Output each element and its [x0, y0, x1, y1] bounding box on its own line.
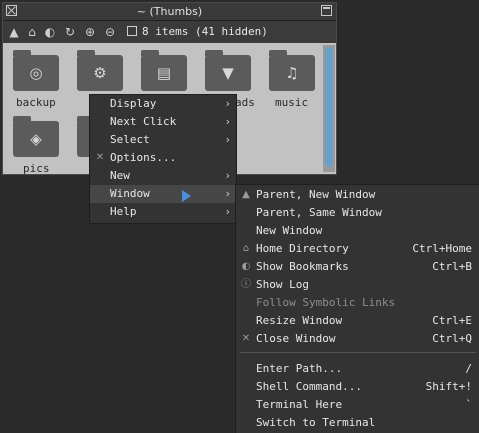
zoom-out-icon[interactable]: ⊖ [103, 25, 117, 39]
chevron-right-icon: › [225, 97, 230, 110]
folder-icon[interactable]: ▤ [141, 50, 187, 91]
scrollbar[interactable] [323, 45, 335, 172]
folder-icon-pics[interactable]: ◈ [13, 116, 59, 157]
menu-item-new-window[interactable]: New Window [236, 222, 479, 240]
refresh-icon[interactable]: ↻ [63, 25, 77, 39]
menu-item-shell-command[interactable]: Shell Command... Shift+! [236, 378, 479, 396]
record-icon: ◎ [29, 64, 43, 82]
menu-item-next-click[interactable]: Next Click › [90, 113, 236, 131]
menu-item-options[interactable]: ✕ Options... [90, 149, 236, 167]
chevron-right-icon: › [225, 187, 230, 200]
scrollbar-thumb[interactable] [325, 47, 333, 167]
home-icon: ⌂ [242, 243, 250, 254]
folder-icon-music[interactable]: ♫ [269, 50, 315, 91]
download-icon: ▼ [222, 64, 234, 82]
menu-item-new[interactable]: New › [90, 167, 236, 185]
menu-item-follow-symbolic-links: Follow Symbolic Links [256, 296, 396, 309]
menu-item-parent-new-window[interactable]: ▲ Parent, New Window [236, 186, 479, 204]
folder-label[interactable]: pics [23, 162, 50, 175]
menu-item-show-bookmarks[interactable]: ◐ Show Bookmarks Ctrl+B [236, 258, 479, 276]
folder-icon[interactable]: ▼ [205, 50, 251, 91]
menu-item-help[interactable]: Help › [90, 203, 236, 221]
menu-item-window[interactable]: Window › [90, 185, 236, 203]
zoom-in-icon[interactable]: ⊕ [83, 25, 97, 39]
bookmarks-icon: ◐ [241, 261, 251, 272]
window-title: ~ (Thumbs) [136, 5, 203, 18]
show-hidden-checkbox[interactable] [127, 26, 137, 36]
folder-label[interactable]: music [275, 96, 308, 109]
menu-item-terminal-here[interactable]: Terminal Here ` [236, 396, 479, 414]
menu-item-close-window[interactable]: ✕ Close Window Ctrl+Q [236, 330, 479, 348]
menu-item-parent-same-window[interactable]: Parent, Same Window [236, 204, 479, 222]
menu-item-enter-path[interactable]: Enter Path... / [236, 360, 479, 378]
up-icon[interactable]: ▲ [7, 25, 21, 39]
up-icon: ▲ [242, 189, 250, 200]
info-icon: ⓘ [241, 279, 251, 290]
document-icon: ▤ [156, 64, 172, 82]
menu-item-switch-to-terminal[interactable]: Switch to Terminal [236, 414, 479, 432]
folder-icon[interactable]: ⚙ [77, 50, 123, 91]
chevron-right-icon: › [225, 205, 230, 218]
toolbar: ▲ ⌂ ◐ ↻ ⊕ ⊖ 8 items (41 hidden) [3, 21, 336, 43]
chevron-right-icon: › [225, 115, 230, 128]
context-menu: Display › Next Click › Select › ✕ Options..… [89, 94, 237, 224]
menu-item-select[interactable]: Select › [90, 131, 236, 149]
item-count: 8 items (41 hidden) [142, 25, 268, 38]
close-icon: ✕ [241, 333, 251, 344]
menu-separator [240, 352, 476, 353]
menu-item-show-log[interactable]: ⓘ Show Log [236, 276, 479, 294]
menu-item-home-directory[interactable]: ⌂ Home Directory Ctrl+Home [236, 240, 479, 258]
options-icon: ✕ [95, 152, 105, 163]
title-bar[interactable]: ~ (Thumbs) [3, 3, 336, 21]
menu-item-display[interactable]: Display › [90, 95, 236, 113]
bookmarks-icon[interactable]: ◐ [43, 25, 57, 39]
home-icon[interactable]: ⌂ [25, 25, 39, 39]
gear-icon: ⚙ [93, 64, 107, 82]
menu-item-resize-window[interactable]: Resize Window Ctrl+E [236, 312, 479, 330]
window-submenu: ▲ Parent, New Window Parent, Same Window… [235, 184, 479, 433]
headphones-icon: ♫ [285, 64, 299, 82]
folder-icon-backup[interactable]: ◎ [13, 50, 59, 91]
mouse-pointer-icon [182, 190, 191, 202]
folder-label[interactable]: backup [16, 96, 56, 109]
chevron-right-icon: › [225, 169, 230, 182]
pictures-icon: ◈ [30, 130, 42, 148]
maximize-window-icon[interactable] [321, 5, 332, 16]
folder-label[interactable]: ads [235, 96, 255, 109]
chevron-right-icon: › [225, 133, 230, 146]
